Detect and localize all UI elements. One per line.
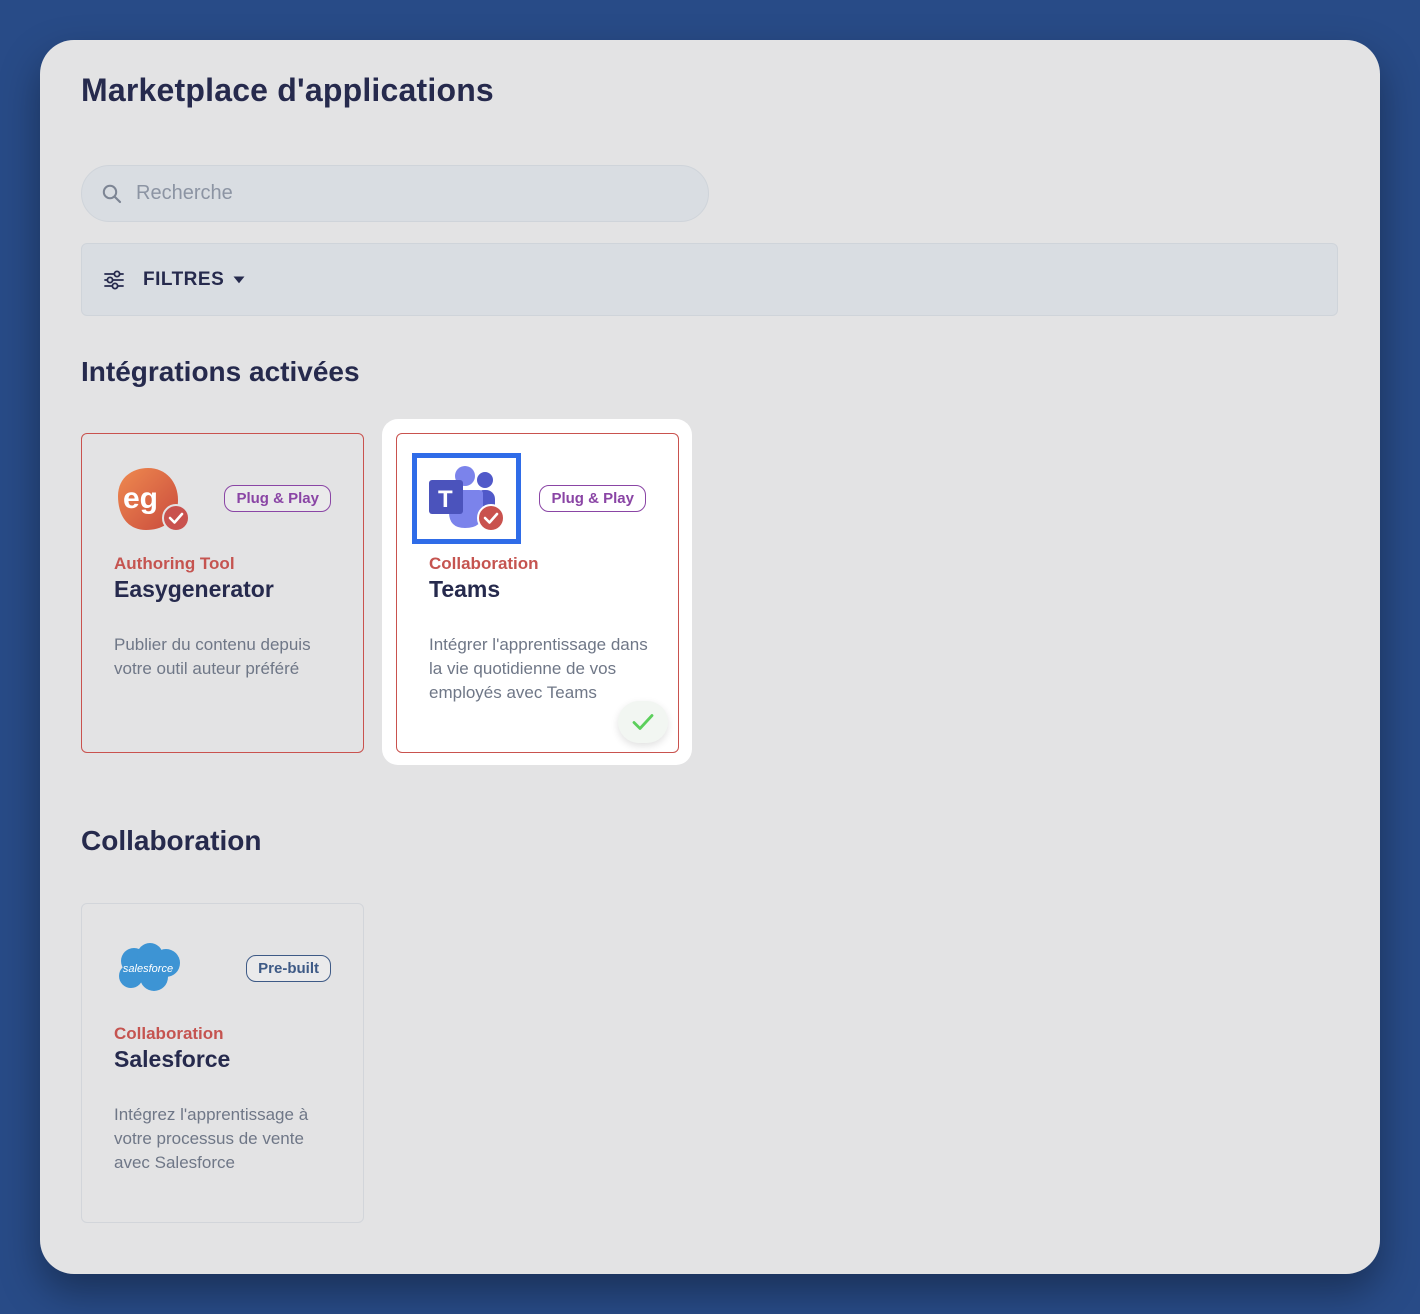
salesforce-logo-text: salesforce — [123, 963, 173, 975]
card-category: Authoring Tool — [114, 554, 235, 573]
enabled-status-button[interactable] — [618, 701, 668, 743]
card-description: Intégrez l'apprentissage à votre process… — [114, 1105, 309, 1172]
easygenerator-logo: eg — [114, 466, 190, 536]
integration-card-easygenerator[interactable]: eg Plug & Play Authoring Tool Easygenera… — [81, 433, 364, 753]
page-title: Marketplace d'applications — [81, 72, 494, 108]
teams-logo-text: T — [438, 486, 453, 513]
marketplace-window: Marketplace d'applications FILTRES — [40, 40, 1380, 1274]
chevron-down-icon — [233, 276, 245, 284]
integration-type-badge: Plug & Play — [224, 485, 331, 512]
card-name: Salesforce — [114, 1046, 231, 1072]
filters-label: FILTRES — [143, 268, 225, 290]
enabled-check-icon — [162, 504, 190, 532]
filter-sliders-icon — [103, 269, 125, 291]
card-name: Teams — [429, 576, 501, 602]
integration-type-badge: Plug & Play — [539, 485, 646, 512]
card-category: Collaboration — [429, 554, 539, 573]
search-input[interactable] — [136, 182, 636, 205]
integration-card-salesforce[interactable]: salesforce Pre-built Collaboration Sales… — [81, 903, 364, 1223]
section-title-enabled-integrations: Intégrations activées — [81, 356, 360, 387]
easygenerator-logo-text: eg — [123, 482, 158, 515]
card-category: Collaboration — [114, 1024, 224, 1043]
integration-type-badge: Pre-built — [246, 955, 331, 982]
card-description: Publier du contenu depuis votre outil au… — [114, 635, 311, 678]
card-name: Easygenerator — [114, 576, 274, 602]
search-bar[interactable] — [81, 165, 709, 222]
card-description: Intégrer l'apprentissage dans la vie quo… — [429, 635, 648, 702]
integration-card-teams[interactable]: T Plug & Play Collaboration Teams Intégr… — [396, 433, 679, 753]
teams-logo: T — [427, 466, 505, 536]
checkmark-icon — [632, 714, 654, 730]
section-title-collaboration: Collaboration — [81, 825, 262, 856]
filters-bar[interactable]: FILTRES — [81, 243, 1338, 316]
search-icon — [102, 183, 124, 205]
salesforce-logo: salesforce — [114, 936, 184, 1006]
enabled-check-icon — [477, 504, 505, 532]
